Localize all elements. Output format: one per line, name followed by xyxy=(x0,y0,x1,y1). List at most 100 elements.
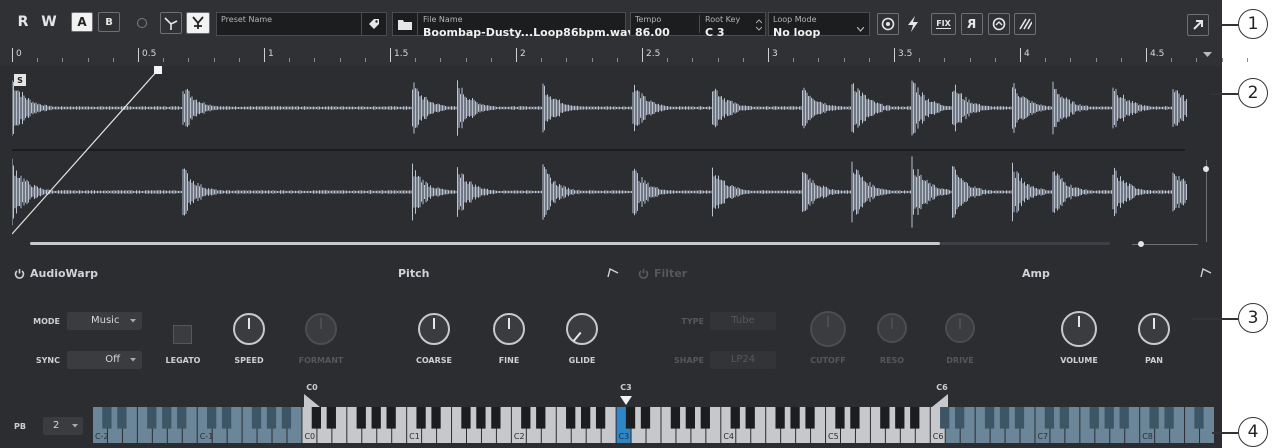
black-key[interactable] xyxy=(102,407,112,429)
black-key[interactable] xyxy=(371,407,381,429)
black-key[interactable] xyxy=(805,407,815,429)
black-key[interactable] xyxy=(1194,407,1204,429)
black-key[interactable] xyxy=(266,407,277,429)
black-key[interactable] xyxy=(491,407,501,429)
range-low-handle[interactable] xyxy=(304,394,320,407)
speed-knob[interactable] xyxy=(233,313,265,345)
black-key[interactable] xyxy=(326,407,336,429)
black-key[interactable] xyxy=(356,407,366,429)
sample-start-marker[interactable]: S xyxy=(14,74,26,86)
fix-pitch-button[interactable]: FIX xyxy=(931,13,956,35)
reverse-button[interactable]: R xyxy=(961,13,983,35)
black-key[interactable] xyxy=(1104,407,1114,429)
trim-mode-button[interactable] xyxy=(160,12,182,34)
preset-browser-button[interactable] xyxy=(361,13,386,35)
sync-select[interactable]: Off xyxy=(67,351,142,369)
black-key[interactable] xyxy=(895,407,905,429)
black-key[interactable] xyxy=(251,407,262,429)
loop-mode-select[interactable]: Loop Mode No loop xyxy=(768,12,870,39)
mode-select[interactable]: Music xyxy=(67,312,142,330)
amp-envelope-icon[interactable] xyxy=(1200,267,1212,278)
black-key[interactable] xyxy=(745,407,755,429)
black-key[interactable] xyxy=(1164,407,1174,429)
black-key[interactable] xyxy=(147,407,157,429)
black-key[interactable] xyxy=(730,407,740,429)
black-key[interactable] xyxy=(940,407,950,429)
black-key[interactable] xyxy=(1059,407,1069,429)
black-key[interactable] xyxy=(700,407,710,429)
black-key[interactable] xyxy=(790,407,800,429)
black-key[interactable] xyxy=(984,407,995,429)
filter-shape-select[interactable]: LP24 xyxy=(710,351,776,369)
black-key[interactable] xyxy=(311,407,321,429)
black-key[interactable] xyxy=(207,407,217,429)
black-key[interactable] xyxy=(1089,407,1099,429)
black-key[interactable] xyxy=(685,407,695,429)
black-key[interactable] xyxy=(117,407,127,429)
formant-knob[interactable] xyxy=(305,313,337,345)
black-key[interactable] xyxy=(999,407,1010,429)
black-key[interactable] xyxy=(566,407,576,429)
black-key[interactable] xyxy=(910,407,920,429)
reso-knob[interactable] xyxy=(877,313,907,343)
black-key[interactable] xyxy=(221,407,232,429)
drive-knob[interactable] xyxy=(945,313,975,343)
open-file-button[interactable] xyxy=(393,13,418,35)
black-key[interactable] xyxy=(775,407,785,429)
glide-knob[interactable] xyxy=(566,313,598,345)
slot-a-button[interactable]: A xyxy=(71,12,93,32)
range-high-handle[interactable] xyxy=(932,394,948,407)
trigger-button[interactable] xyxy=(903,13,923,35)
legato-toggle[interactable] xyxy=(173,325,192,344)
black-key[interactable] xyxy=(431,407,441,429)
black-key[interactable] xyxy=(581,407,591,429)
stepper-icon[interactable] xyxy=(756,19,762,31)
black-key[interactable] xyxy=(850,407,860,429)
volume-knob[interactable] xyxy=(1061,311,1097,347)
black-key[interactable] xyxy=(281,407,292,429)
black-key[interactable] xyxy=(521,407,531,429)
cutoff-knob[interactable] xyxy=(810,311,846,347)
audiowarp-power-icon[interactable] xyxy=(14,268,25,279)
time-ruler[interactable]: 0 0.5 1 1.5 2 2.5 3 3.5 4 4.5 xyxy=(0,44,1248,66)
write-automation-button[interactable]: W xyxy=(38,12,60,32)
black-key[interactable] xyxy=(162,407,172,429)
black-key[interactable] xyxy=(177,407,187,429)
expand-editor-button[interactable] xyxy=(1187,14,1209,36)
preset-name-field[interactable]: Preset Name xyxy=(216,12,387,36)
black-key[interactable] xyxy=(640,407,651,429)
ruler-menu-icon[interactable] xyxy=(1203,52,1212,58)
waveform-scrollbar-thumb[interactable] xyxy=(30,242,940,245)
pan-knob[interactable] xyxy=(1138,313,1170,345)
horizontal-zoom-handle[interactable] xyxy=(1138,241,1144,247)
tempo-value[interactable]: 86.00 xyxy=(635,26,670,39)
slot-b-button[interactable]: B xyxy=(98,12,120,32)
black-key[interactable] xyxy=(1149,407,1159,429)
black-key[interactable] xyxy=(1119,407,1129,429)
snap-mode-button[interactable] xyxy=(186,12,210,34)
filter-type-select[interactable]: Tube xyxy=(710,312,776,330)
waveform-scrollbar-track[interactable] xyxy=(30,242,1110,245)
black-key[interactable] xyxy=(670,407,681,429)
file-name-field[interactable]: File Name Boombap-Dusty...Loop86bpm.wav xyxy=(392,12,635,39)
black-key[interactable] xyxy=(416,407,426,429)
black-key[interactable] xyxy=(461,407,471,429)
pitchbend-range-select[interactable]: 2 xyxy=(43,417,83,435)
slice-button[interactable] xyxy=(1014,13,1036,35)
filter-power-icon[interactable] xyxy=(638,268,649,279)
fine-knob[interactable] xyxy=(493,313,525,345)
normalize-button[interactable] xyxy=(988,13,1010,35)
black-key[interactable] xyxy=(1044,407,1055,429)
waveform-display[interactable] xyxy=(11,66,1197,244)
black-key[interactable] xyxy=(386,407,396,429)
black-key[interactable] xyxy=(1014,407,1025,429)
black-key[interactable] xyxy=(880,407,890,429)
black-key[interactable] xyxy=(625,407,636,429)
fade-in-curve[interactable] xyxy=(11,69,159,235)
root-key-value[interactable]: C 3 xyxy=(705,26,725,39)
black-key[interactable] xyxy=(955,407,965,429)
one-shot-button[interactable] xyxy=(877,13,899,35)
vertical-zoom-slider[interactable] xyxy=(1206,160,1207,242)
pitch-envelope-icon[interactable] xyxy=(607,267,619,278)
fade-handle[interactable] xyxy=(154,66,162,74)
